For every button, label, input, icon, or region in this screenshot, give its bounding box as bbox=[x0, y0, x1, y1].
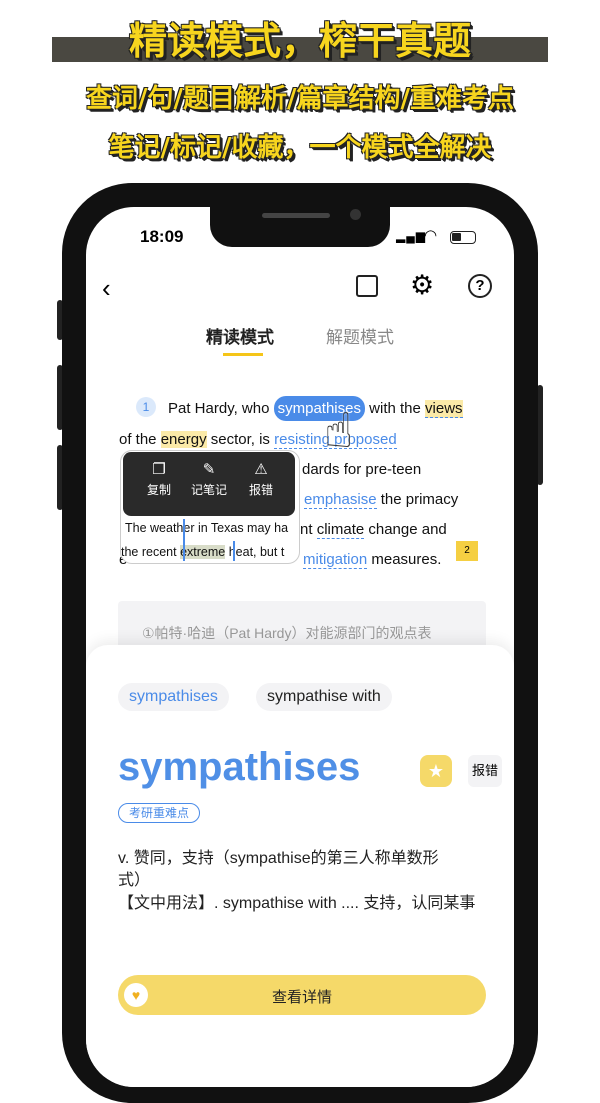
text: of the bbox=[119, 431, 161, 448]
context-menu: ❐ 复制 ✎ 记笔记 ⚠ 报错 bbox=[123, 452, 295, 516]
chip-phrase[interactable]: sympathise with bbox=[256, 683, 392, 711]
copy-button[interactable]: ❐ 复制 bbox=[135, 460, 183, 498]
phone-screen: 18:09 ▂▄▆ ◠ ‹ ⚙ ? 精读模式 解题模式 1 Pat Hardy,… bbox=[86, 207, 514, 1087]
report-error-button[interactable]: 报错 bbox=[468, 755, 502, 787]
label: 报错 bbox=[248, 483, 273, 497]
highlighted-word[interactable]: energy bbox=[160, 431, 207, 448]
translation-text: ①帕特·哈迪（Pat Hardy）对能源部门的观点表 bbox=[142, 625, 432, 641]
banner-title: 精读模式，榨干真题 bbox=[128, 19, 471, 63]
status-time: 18:09 bbox=[140, 227, 184, 246]
warning-icon: ⚠ bbox=[254, 461, 268, 478]
text: measures. bbox=[367, 551, 442, 568]
notch bbox=[210, 207, 390, 247]
text: dards for pre-teen bbox=[302, 461, 422, 478]
headword: sympathises bbox=[118, 745, 361, 789]
flag-icon[interactable]: 2 bbox=[456, 541, 478, 561]
text: the primacy bbox=[376, 491, 459, 508]
favorite-star-icon[interactable]: ★ bbox=[420, 755, 452, 787]
battery-icon bbox=[450, 231, 476, 244]
definition: v. 赞同，支持（sympathise的第三人称单数形式） bbox=[118, 850, 439, 889]
wifi-icon: ◠ bbox=[424, 227, 438, 244]
selection-handle[interactable] bbox=[233, 541, 235, 561]
chip-word[interactable]: sympathises bbox=[118, 683, 229, 711]
usage: 【文中用法】. sympathise with .... 支持，认同某事 bbox=[118, 895, 476, 912]
text: change and bbox=[364, 521, 447, 538]
gear-icon[interactable]: ⚙ bbox=[410, 270, 434, 301]
word-card: sympathises sympathise with sympathises … bbox=[86, 645, 514, 1087]
phrase-link[interactable]: emphasise bbox=[304, 491, 377, 509]
paragraph-number: 1 bbox=[136, 397, 156, 417]
back-icon[interactable]: ‹ bbox=[102, 273, 111, 304]
difficulty-tag: 考研重难点 bbox=[118, 803, 201, 823]
tab-intensive-reading[interactable]: 精读模式 bbox=[206, 323, 274, 348]
phrase-link[interactable]: mitigation bbox=[303, 551, 368, 569]
selection: extreme bbox=[180, 545, 226, 559]
banner-line2: 查词/句/题目解析/篇章结构/重难考点 bbox=[86, 84, 514, 114]
tab-indicator bbox=[223, 353, 263, 356]
highlighted-word[interactable]: views bbox=[425, 400, 463, 418]
label: 记笔记 bbox=[190, 483, 227, 497]
text: with the bbox=[364, 400, 426, 417]
signal-icon: ▂▄▆ bbox=[396, 229, 426, 243]
report-button[interactable]: ⚠ 报错 bbox=[237, 460, 285, 498]
selection-handle[interactable] bbox=[183, 519, 185, 561]
help-icon[interactable]: ? bbox=[468, 274, 492, 298]
share-icon[interactable] bbox=[356, 275, 378, 297]
magnifier-text: The weather in Texas may ha bbox=[125, 521, 289, 535]
tab-solving[interactable]: 解题模式 bbox=[326, 323, 394, 348]
view-details-label: 查看详情 bbox=[271, 989, 332, 1006]
text: the recent bbox=[121, 545, 181, 559]
phrase-link[interactable]: climate bbox=[316, 521, 365, 539]
pen-icon: ✎ bbox=[202, 461, 216, 478]
text: Pat Hardy, who bbox=[168, 400, 274, 417]
text: nt bbox=[300, 521, 317, 538]
copy-icon: ❐ bbox=[152, 461, 166, 478]
hand-pointer-icon: ☝ bbox=[324, 405, 354, 458]
text: sector, is bbox=[206, 431, 275, 448]
label: 复制 bbox=[146, 483, 171, 497]
note-button[interactable]: ✎ 记笔记 bbox=[183, 460, 235, 498]
banner-line3: 笔记/标记/收藏，一个模式全解决 bbox=[108, 133, 492, 163]
view-details-button[interactable]: ♥ 查看详情 bbox=[118, 975, 486, 1015]
